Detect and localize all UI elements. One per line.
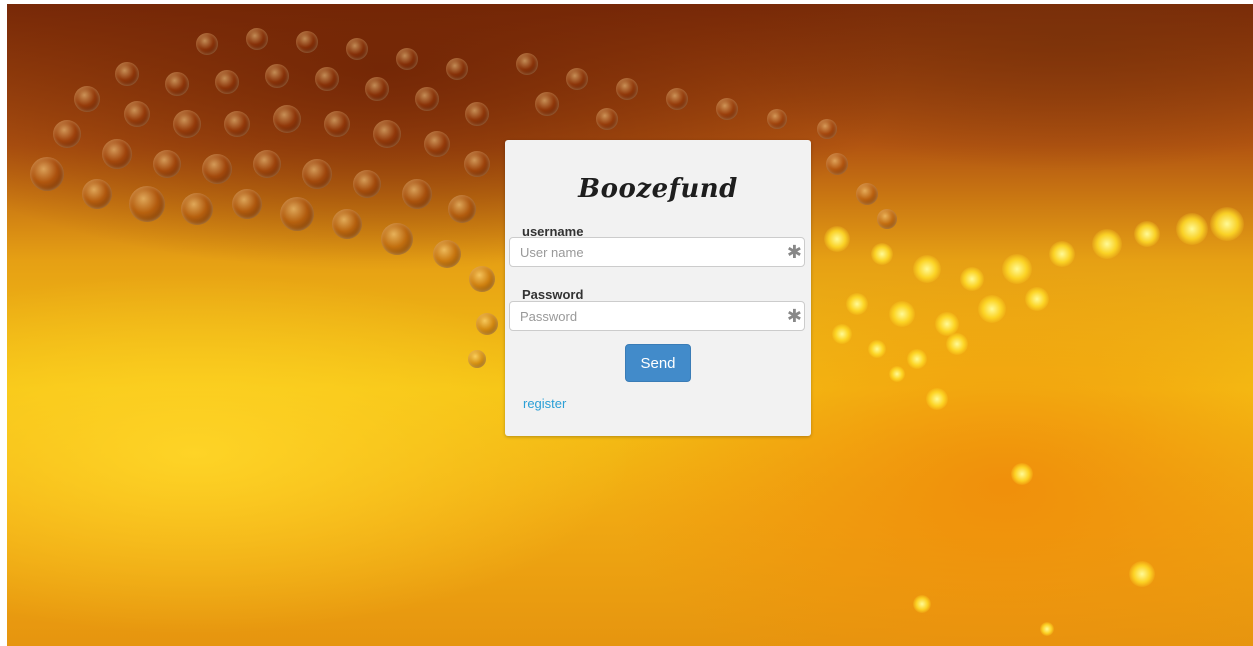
login-card: Boozefund username ✱ Password ✱ Send reg… [505, 140, 811, 436]
bubble-texture [566, 68, 588, 90]
bubble-texture [102, 139, 132, 169]
bubble-texture [302, 159, 332, 189]
bubble-texture [465, 102, 489, 126]
username-input[interactable] [510, 238, 780, 266]
bubble-texture [232, 189, 262, 219]
bubble-highlight [889, 301, 915, 327]
bubble-texture [124, 101, 150, 127]
bubble-highlight [1176, 213, 1208, 245]
bubble-texture [856, 183, 878, 205]
bubble-highlight [1049, 241, 1075, 267]
background-image: Boozefund username ✱ Password ✱ Send reg… [7, 4, 1253, 646]
bubble-highlight [1011, 463, 1033, 485]
bubble-texture [173, 110, 201, 138]
bubble-texture [181, 193, 213, 225]
bubble-texture [516, 53, 538, 75]
send-button[interactable]: Send [625, 344, 691, 382]
bubble-texture [468, 350, 486, 368]
bubble-texture [448, 195, 476, 223]
bubble-highlight [1134, 221, 1160, 247]
bubble-highlight [1025, 287, 1049, 311]
bubble-texture [346, 38, 368, 60]
password-input[interactable] [510, 302, 780, 330]
bubble-texture [246, 28, 268, 50]
bubble-texture [202, 154, 232, 184]
bubble-highlight [926, 388, 948, 410]
bubble-texture [53, 120, 81, 148]
bubble-texture [826, 153, 848, 175]
bubble-texture [424, 131, 450, 157]
bubble-texture [476, 313, 498, 335]
bubble-texture [616, 78, 638, 100]
bubble-texture [716, 98, 738, 120]
bubble-texture [365, 77, 389, 101]
bubble-highlight [1040, 622, 1054, 636]
bubble-texture [381, 223, 413, 255]
bubble-texture [265, 64, 289, 88]
bubble-texture [817, 119, 837, 139]
bubble-highlight [832, 324, 852, 344]
bubble-texture [30, 157, 64, 191]
bubble-highlight [978, 295, 1006, 323]
bubble-texture [129, 186, 165, 222]
bubble-texture [332, 209, 362, 239]
required-asterisk-icon: ✱ [786, 242, 802, 262]
bubble-texture [253, 150, 281, 178]
bubble-texture [115, 62, 139, 86]
bubble-texture [415, 87, 439, 111]
bubble-highlight [913, 255, 941, 283]
bubble-texture [433, 240, 461, 268]
bubble-texture [446, 58, 468, 80]
bubble-texture [402, 179, 432, 209]
bubble-texture [596, 108, 618, 130]
bubble-texture [224, 111, 250, 137]
bubble-highlight [913, 595, 931, 613]
bubble-texture [296, 31, 318, 53]
bubble-highlight [907, 349, 927, 369]
bubble-highlight [1092, 229, 1122, 259]
bubble-highlight [846, 293, 868, 315]
required-asterisk-icon: ✱ [786, 306, 802, 326]
bubble-highlight [946, 333, 968, 355]
bubble-highlight [960, 267, 984, 291]
bubble-texture [396, 48, 418, 70]
username-field-wrapper: ✱ [509, 237, 805, 267]
bubble-highlight [871, 243, 893, 265]
bubble-texture [324, 111, 350, 137]
bubble-texture [469, 266, 495, 292]
bubble-texture [196, 33, 218, 55]
bubble-texture [74, 86, 100, 112]
password-label: Password [522, 287, 584, 302]
bubble-texture [165, 72, 189, 96]
register-link[interactable]: register [523, 396, 566, 411]
bubble-texture [767, 109, 787, 129]
bubble-texture [877, 209, 897, 229]
bubble-texture [82, 179, 112, 209]
bubble-highlight [889, 366, 905, 382]
bubble-texture [373, 120, 401, 148]
bubble-highlight [1002, 254, 1032, 284]
bubble-texture [273, 105, 301, 133]
bubble-texture [280, 197, 314, 231]
bubble-highlight [824, 226, 850, 252]
bubble-highlight [1210, 207, 1244, 241]
bubble-texture [464, 151, 490, 177]
bubble-texture [666, 88, 688, 110]
bubble-texture [315, 67, 339, 91]
bubble-texture [353, 170, 381, 198]
password-field-wrapper: ✱ [509, 301, 805, 331]
bubble-highlight [1129, 561, 1155, 587]
bubble-texture [535, 92, 559, 116]
app-title: Boozefund [578, 174, 738, 204]
bubble-highlight [935, 312, 959, 336]
bubble-texture [153, 150, 181, 178]
bubble-texture [215, 70, 239, 94]
bubble-highlight [868, 340, 886, 358]
